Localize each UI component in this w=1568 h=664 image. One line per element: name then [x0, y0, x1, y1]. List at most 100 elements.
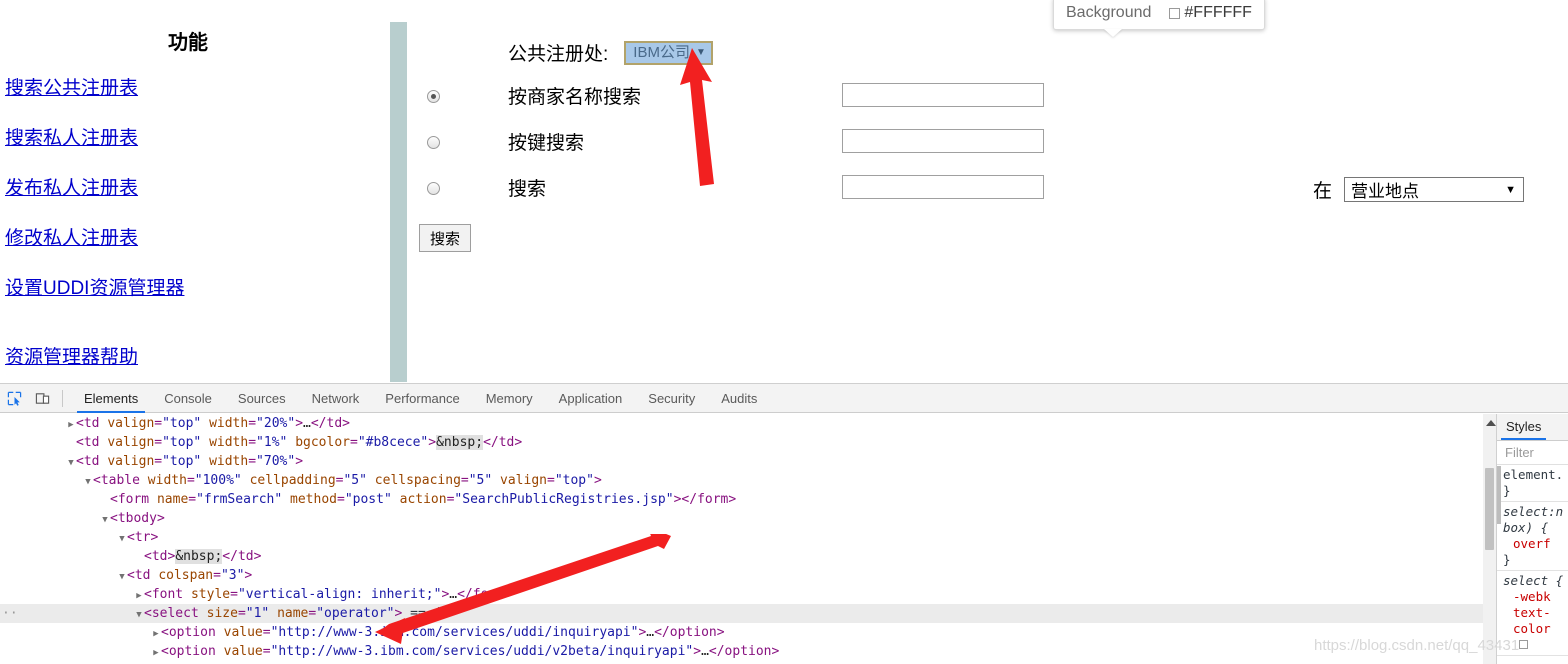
sidebar-item-search-public-registry[interactable]: 搜索公共注册表	[5, 79, 386, 98]
dom-token: >	[428, 435, 437, 450]
dom-tree-scrollbar[interactable]	[1483, 414, 1496, 664]
devtools-panel: Elements Console Sources Network Perform…	[0, 383, 1568, 664]
dom-tree-panel[interactable]: ▶<td valign="top" width="20%">…</td>·<td…	[0, 414, 1496, 664]
dom-tree-node[interactable]: ▼ <tbody>	[0, 509, 1496, 528]
dom-tree-node[interactable]: ▼ <td valign="top" width="70%">	[0, 452, 1496, 471]
dom-tree-node[interactable]: ·<form name="frmSearch" method="post" ac…	[0, 490, 1496, 509]
dom-token: </	[483, 435, 499, 450]
dom-token: "SearchPublicRegistries.jsp"	[454, 492, 674, 507]
css-rule-block[interactable]: select:n box) {overf}	[1497, 502, 1568, 571]
tab-security[interactable]: Security	[635, 384, 708, 413]
sidebar-nav: 功能 搜索公共注册表 搜索私人注册表 发布私人注册表 修改私人注册表 设置UDD…	[0, 0, 386, 383]
dom-token: width	[209, 435, 249, 450]
dom-token: &nbsp;	[436, 435, 484, 450]
dom-tree-node[interactable]: ▶ <option value="http://www-3.ibm.com/ser…	[0, 642, 1496, 661]
css-rule-block[interactable]: element.}	[1497, 465, 1568, 502]
dom-token: "vertical-align: inherit;"	[237, 587, 442, 602]
tab-audits[interactable]: Audits	[708, 384, 770, 413]
dom-token: colspan	[158, 568, 214, 583]
styles-filter-input[interactable]: Filter	[1497, 441, 1568, 465]
css-property[interactable]: -webk	[1503, 589, 1568, 605]
radio-by-key[interactable]	[427, 136, 440, 149]
radio-search[interactable]	[427, 182, 440, 195]
dom-token	[242, 473, 250, 488]
css-property[interactable]: overf	[1503, 536, 1568, 552]
styles-scrollbar-thumb[interactable]	[1497, 466, 1501, 524]
css-property[interactable]: text-	[1503, 605, 1568, 621]
by-key-input[interactable]	[842, 129, 1044, 153]
sidebar-item-publish-private-registry[interactable]: 发布私人注册表	[5, 179, 386, 198]
sidebar-item-search-private-registry[interactable]: 搜索私人注册表	[5, 129, 386, 148]
dom-token: …	[646, 625, 655, 640]
dom-node-gutter: ··	[2, 606, 18, 621]
radio-business-name[interactable]	[427, 90, 440, 103]
search-text-input[interactable]	[842, 175, 1044, 199]
sidebar-item-explorer-help[interactable]: 资源管理器帮助	[5, 348, 386, 367]
styles-sidebar: ▲ Styles Filter element.}select:nbox) {o…	[1496, 414, 1568, 664]
dom-token: td	[83, 416, 100, 431]
dom-tree-node[interactable]: ▶ <td valign="top" width="20%">…</td>	[0, 414, 1496, 433]
dom-token: …	[303, 416, 311, 431]
location-select[interactable]: 营业地点 ▼	[1344, 177, 1525, 202]
public-registry-select[interactable]: IBM公司 ▼	[624, 40, 713, 65]
dom-token: </	[708, 644, 725, 659]
radio-by-key-label: 按键搜索	[508, 133, 585, 154]
dom-token: select	[151, 606, 199, 621]
tab-elements[interactable]: Elements	[71, 384, 151, 413]
tab-application[interactable]: Application	[546, 384, 636, 413]
dom-token	[402, 606, 410, 621]
dom-token: form	[697, 492, 729, 507]
dom-tree-node[interactable]: ▶ <font style="vertical-align: inherit;">…	[0, 585, 1496, 604]
css-property[interactable]: color	[1503, 621, 1568, 637]
dom-token: <	[76, 435, 84, 450]
css-property-checkbox[interactable]	[1519, 640, 1528, 649]
dom-token: >	[342, 416, 350, 431]
dom-token: == $0	[410, 606, 450, 621]
dom-tree-node[interactable]: ▼ <td colspan="3">	[0, 566, 1496, 585]
toolbar-divider	[62, 389, 63, 407]
dom-token: =	[248, 454, 257, 469]
dom-token: cellspacing	[374, 473, 461, 488]
sidebar-item-configure-uddi-explorer[interactable]: 设置UDDI资源管理器	[5, 279, 386, 298]
dom-token: >	[693, 644, 702, 659]
dom-tree-node[interactable]: ▼ <table width="100%" cellpadding="5" cel…	[0, 471, 1496, 490]
tab-memory[interactable]: Memory	[473, 384, 546, 413]
device-toolbar-icon[interactable]	[28, 384, 56, 412]
dom-token: "http://www-3.ibm.com/services/uddi/v2be…	[270, 644, 694, 659]
dom-token: =	[248, 416, 257, 431]
dom-node-content: ▶ <font style="vertical-align: inherit;">…	[0, 587, 512, 602]
search-submit-button[interactable]: 搜索	[419, 224, 471, 252]
dom-token: width	[147, 473, 187, 488]
scroll-up-icon[interactable]	[1486, 420, 1496, 426]
dom-tree-node[interactable]: ·· ▼ <select size="1" name="operator"> == …	[0, 604, 1496, 623]
inspect-element-icon[interactable]	[0, 384, 28, 412]
dom-token: …	[449, 587, 458, 602]
tab-console[interactable]: Console	[151, 384, 225, 413]
tab-styles[interactable]: Styles	[1497, 414, 1550, 440]
dom-token: style	[190, 587, 231, 602]
triangle-collapsed-icon[interactable]: ▶	[151, 644, 161, 663]
dom-token: "top"	[162, 454, 202, 469]
business-name-input[interactable]	[842, 83, 1044, 107]
tab-network[interactable]: Network	[299, 384, 373, 413]
scrollbar-thumb[interactable]	[1485, 468, 1494, 550]
dom-token: </	[222, 549, 238, 564]
tab-sources[interactable]: Sources	[225, 384, 299, 413]
css-rule-block[interactable]: select {-webk text-color	[1497, 571, 1568, 656]
dom-token: =	[154, 454, 163, 469]
dom-token: valign	[500, 473, 547, 488]
location-prefix-label: 在	[1313, 181, 1333, 202]
tab-performance[interactable]: Performance	[372, 384, 472, 413]
dom-token: >	[295, 416, 304, 431]
dom-token: =	[547, 473, 555, 488]
sidebar-item-modify-private-registry[interactable]: 修改私人注册表	[5, 229, 386, 248]
radio-business-name-label: 按商家名称搜索	[508, 87, 642, 108]
dom-tree-node[interactable]: ·<td>&nbsp;</td>	[0, 547, 1496, 566]
dom-token: <	[144, 549, 152, 564]
chevron-down-icon: ▼	[1505, 183, 1517, 196]
dom-token: =	[248, 435, 257, 450]
dom-tree-node[interactable]: ·<td valign="top" width="1%" bgcolor="#b…	[0, 433, 1496, 452]
dom-tree-node[interactable]: ▶ <option value="http://www-3.ibm.com/ser…	[0, 623, 1496, 642]
dom-token: value	[223, 625, 263, 640]
dom-tree-node[interactable]: ▼ <tr>	[0, 528, 1496, 547]
